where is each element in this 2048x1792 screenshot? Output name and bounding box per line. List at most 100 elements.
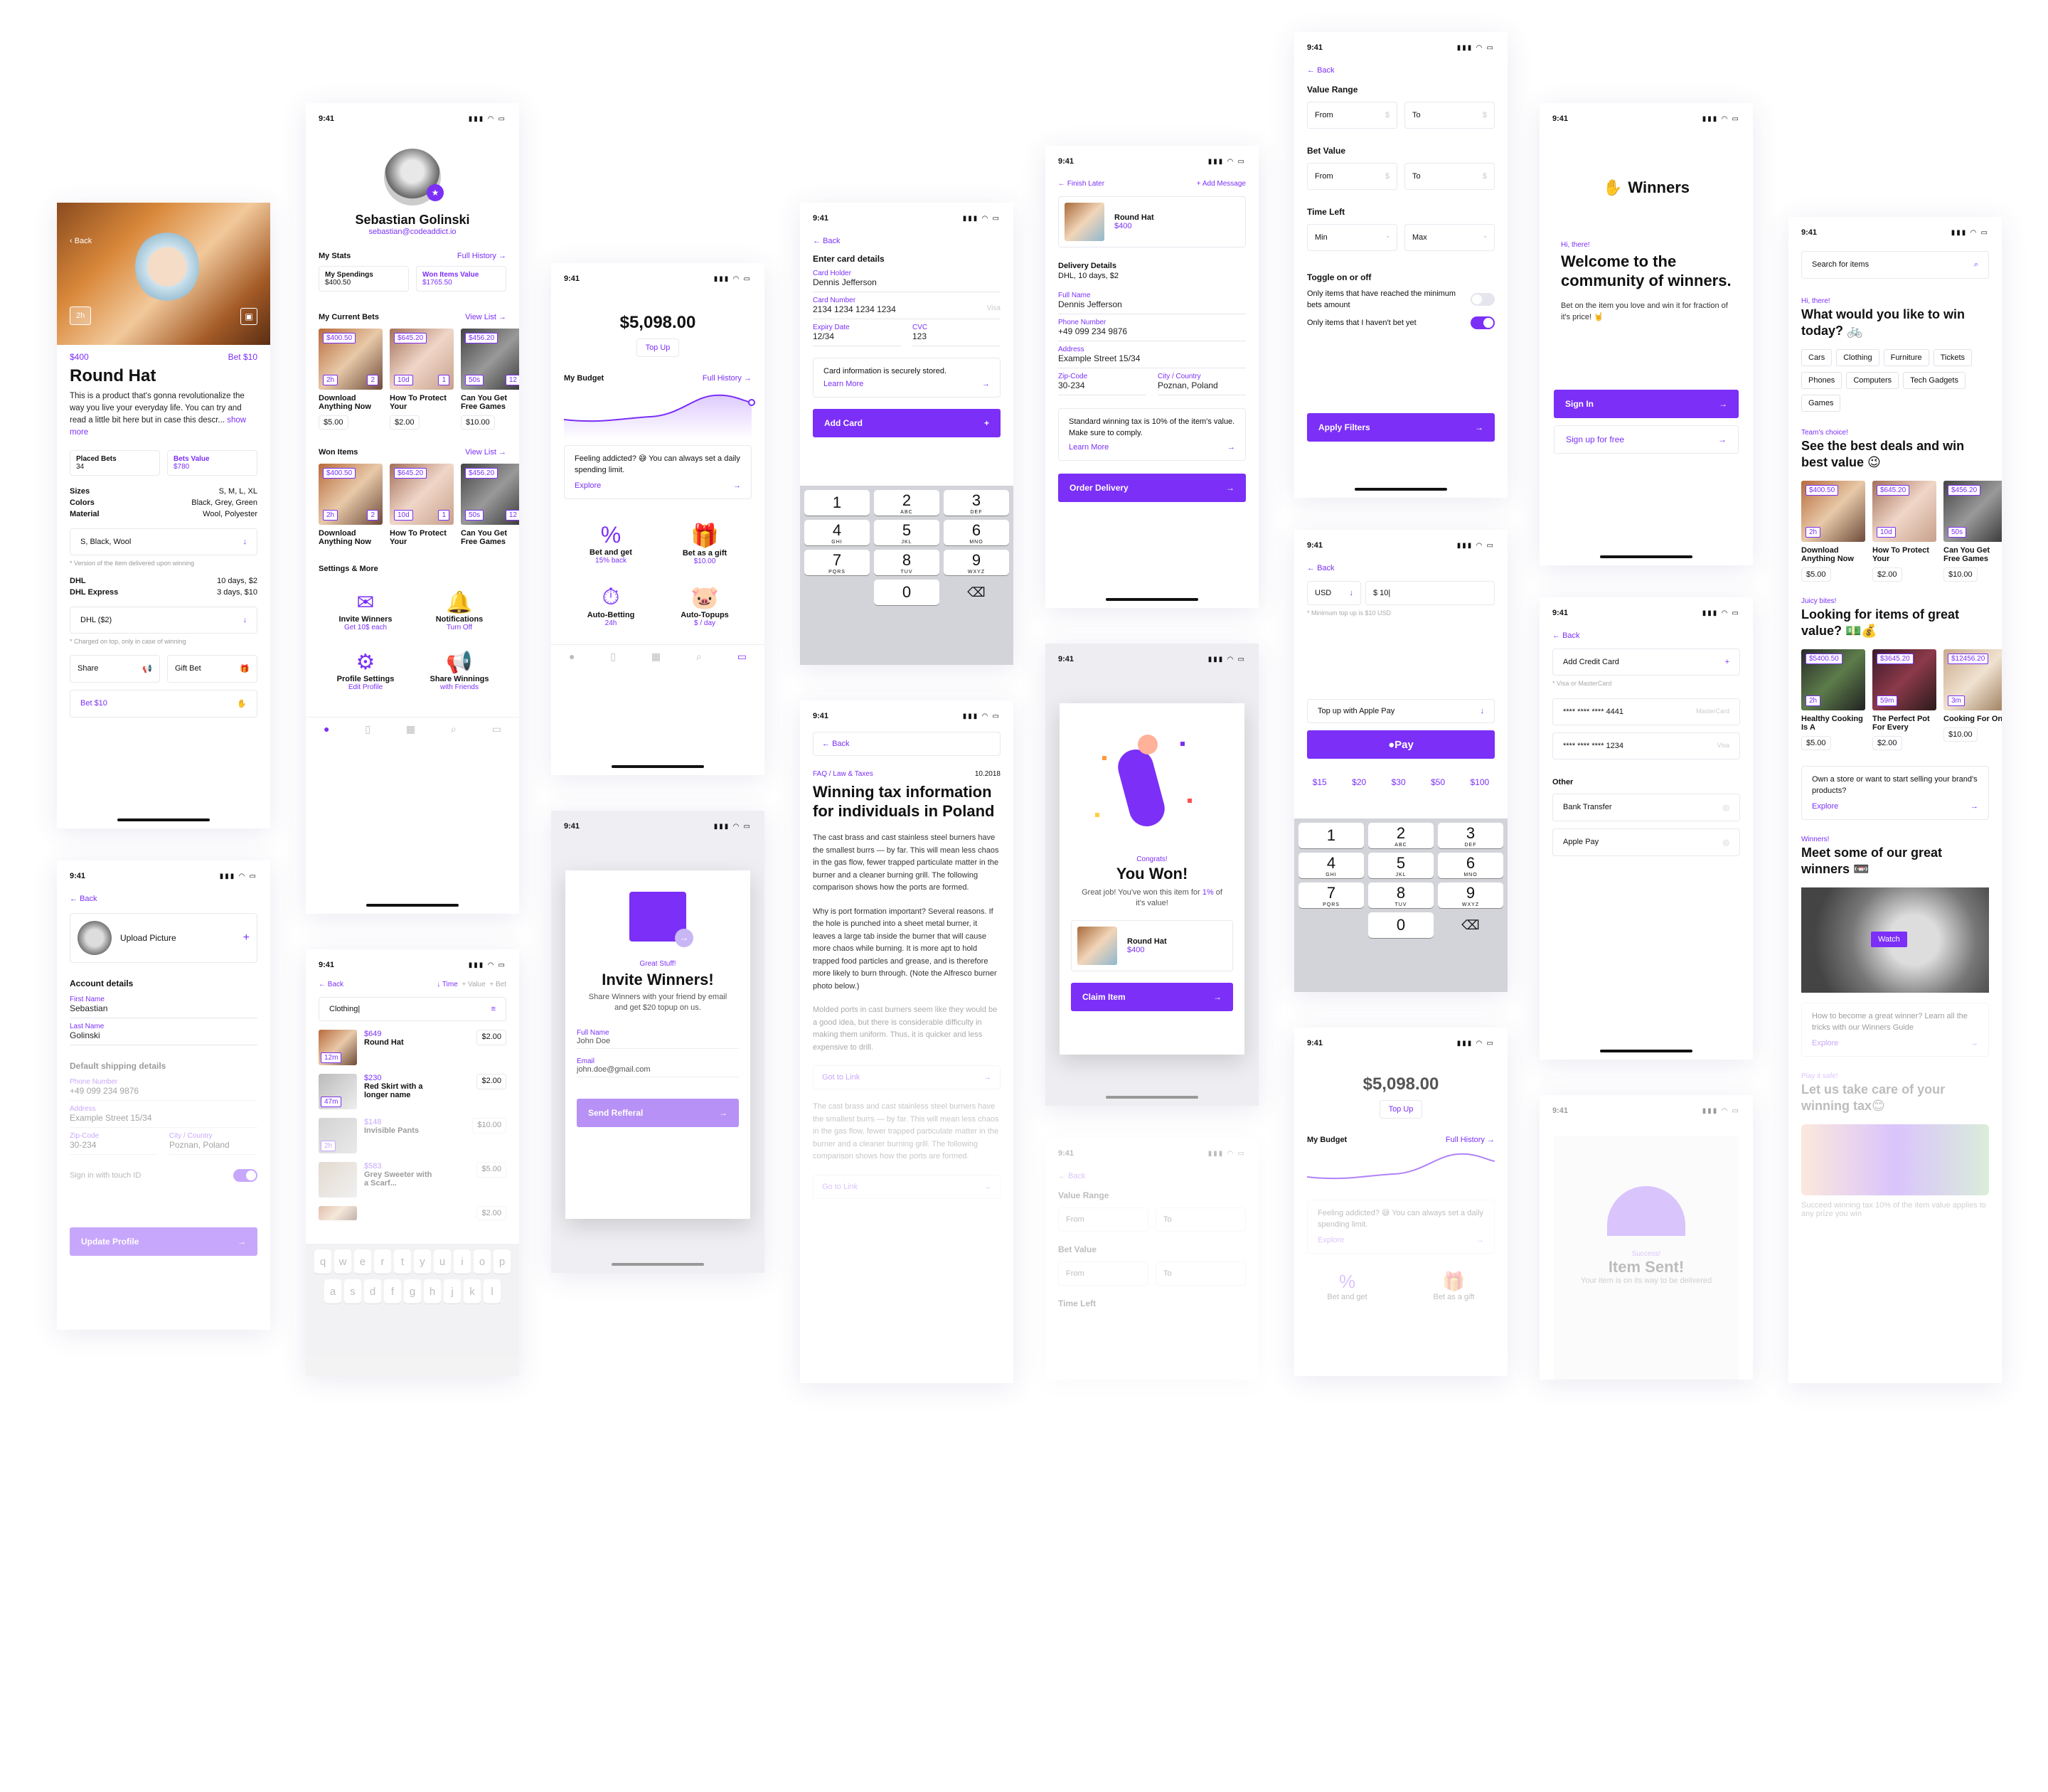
- invite-winners-tile[interactable]: ✉ Invite Winners Get 10$ each: [319, 590, 412, 631]
- first-name-field[interactable]: First Name Sebastian: [70, 991, 257, 1018]
- key-9[interactable]: 9 WXYZ: [1438, 882, 1503, 908]
- key-9[interactable]: 9 WXYZ: [944, 550, 1009, 575]
- variant-select[interactable]: S, Black, Wool ↓: [70, 528, 257, 555]
- chip-tickets[interactable]: Tickets: [1933, 349, 1973, 366]
- list-item[interactable]: $2.00: [319, 1206, 506, 1220]
- address-field[interactable]: Address Example Street 15/34: [1058, 341, 1246, 368]
- key-s[interactable]: s: [344, 1279, 361, 1303]
- key-o[interactable]: o: [474, 1249, 491, 1274]
- from-input[interactable]: From $: [1307, 102, 1397, 129]
- key-7[interactable]: 7 PQRS: [1298, 882, 1364, 908]
- from-input[interactable]: From: [1058, 1207, 1148, 1232]
- key-w[interactable]: w: [334, 1249, 351, 1274]
- key-2[interactable]: 2 ABC: [874, 490, 939, 516]
- add-message-link[interactable]: + Add Message: [1197, 180, 1246, 188]
- won-card[interactable]: $456.20 50s 12 Can You Get Free Games: [461, 464, 519, 546]
- chip-tech-gadgets[interactable]: Tech Gadgets: [1903, 372, 1966, 389]
- key-4[interactable]: 4 GHI: [804, 520, 870, 545]
- amount-input[interactable]: $ 10|: [1365, 581, 1495, 605]
- tab-profile-icon[interactable]: ●: [324, 723, 329, 735]
- quick-amount-button[interactable]: $100: [1471, 777, 1490, 787]
- cashback-tile[interactable]: % Bet and get 15% back: [564, 522, 658, 565]
- address-field[interactable]: Address Example Street 15/34: [70, 1101, 257, 1128]
- back-link[interactable]: ← Back: [57, 892, 270, 906]
- chip-furniture[interactable]: Furniture: [1883, 349, 1929, 366]
- send-referral-button[interactable]: Send Refferal →: [577, 1099, 739, 1127]
- search-input[interactable]: Search for items ⌕: [1801, 251, 1989, 279]
- value-card[interactable]: $5400.50 2h Healthy Cooking Is A $5.00: [1801, 649, 1865, 750]
- backspace-icon[interactable]: ⌫: [1438, 912, 1503, 938]
- key-2[interactable]: 2 ABC: [1368, 823, 1434, 848]
- max-input[interactable]: Max ◔: [1404, 224, 1495, 251]
- saved-card[interactable]: **** **** **** 4441 MasterCard: [1552, 698, 1740, 725]
- key-6[interactable]: 6 MNO: [944, 520, 1009, 545]
- tab-bookmark-icon[interactable]: ▯: [365, 723, 370, 735]
- invite-email-field[interactable]: Email john.doe@gmail.com: [577, 1055, 739, 1077]
- won-card[interactable]: $645.20 10d 1 How To Protect Your: [390, 464, 454, 546]
- key-h[interactable]: h: [424, 1279, 441, 1303]
- key-q[interactable]: q: [314, 1249, 331, 1274]
- quick-amount-button[interactable]: $50: [1431, 777, 1445, 787]
- key-4[interactable]: 4 GHI: [1298, 853, 1364, 878]
- won-card[interactable]: $400.50 2h 2 Download Anything Now: [319, 464, 383, 546]
- article-link[interactable]: Go to Link →: [813, 1174, 1001, 1199]
- key-1[interactable]: 1: [1298, 823, 1364, 848]
- bet-card[interactable]: $400.50 2h 2 Download Anything Now $5.00: [319, 329, 383, 430]
- sort-value[interactable]: + Value: [462, 981, 485, 988]
- sign-in-button[interactable]: Sign In →: [1554, 390, 1739, 418]
- key-p[interactable]: p: [494, 1249, 511, 1274]
- key-r[interactable]: r: [374, 1249, 391, 1274]
- min-input[interactable]: Min ◔: [1307, 224, 1397, 251]
- key-5[interactable]: 5 JKL: [1368, 853, 1434, 878]
- deal-card[interactable]: $645.20 10d How To Protect Your $2.00: [1872, 481, 1936, 582]
- full-name-field[interactable]: Full Name Dennis Jefferson: [1058, 287, 1246, 314]
- full-history-link[interactable]: Full History →: [1446, 1136, 1495, 1144]
- apple-pay-button[interactable]: ● Pay: [1307, 730, 1495, 759]
- key-3[interactable]: 3 DEF: [944, 490, 1009, 516]
- from-input[interactable]: From: [1058, 1262, 1148, 1286]
- to-input[interactable]: To: [1156, 1262, 1246, 1286]
- order-delivery-button[interactable]: Order Delivery →: [1058, 474, 1246, 502]
- finish-later-link[interactable]: ← Finish Later: [1058, 180, 1104, 188]
- upload-picture-button[interactable]: Upload Picture +: [70, 913, 257, 963]
- phone-field[interactable]: Phone Number +49 099 234 9876: [1058, 314, 1246, 341]
- key-1[interactable]: 1: [804, 490, 870, 516]
- back-link[interactable]: ‹ Back: [70, 237, 92, 245]
- full-history-link[interactable]: Full History →: [457, 252, 506, 260]
- expiry-field[interactable]: Expiry Date 12/34: [813, 319, 901, 346]
- notifications-tile[interactable]: 🔔 Notifications Turn Off: [412, 590, 506, 631]
- touch-id-toggle[interactable]: [233, 1169, 257, 1182]
- last-name-field[interactable]: Last Name Golinski: [70, 1018, 257, 1045]
- add-credit-card-button[interactable]: Add Credit Card +: [1552, 649, 1740, 676]
- key-k[interactable]: k: [464, 1279, 481, 1303]
- phone-field[interactable]: Phone Number +49 099 234 9876: [70, 1074, 257, 1101]
- from-input[interactable]: From $: [1307, 163, 1397, 190]
- spending-limit-card[interactable]: Feeling addicted? 😅 You can always set a…: [564, 445, 752, 499]
- list-item[interactable]: 47m $230 Red Skirt with a longer name $2.00: [319, 1074, 506, 1109]
- to-input[interactable]: To: [1156, 1207, 1246, 1232]
- gift-tile[interactable]: 🎁 Bet as a gift: [1434, 1271, 1475, 1301]
- key-e[interactable]: e: [354, 1249, 371, 1274]
- zip-field[interactable]: Zip-Code 30-234: [1058, 368, 1146, 395]
- cashback-tile[interactable]: % Bet and get: [1327, 1271, 1367, 1301]
- key-6[interactable]: 6 MNO: [1438, 853, 1503, 878]
- to-input[interactable]: To $: [1404, 102, 1495, 129]
- gift-tile[interactable]: 🎁 Bet as a gift $10.00: [658, 522, 752, 565]
- key-3[interactable]: 3 DEF: [1438, 823, 1503, 848]
- back-link[interactable]: ← Back: [800, 234, 1013, 248]
- tab-bookmark-icon[interactable]: ▯: [610, 651, 616, 663]
- view-list-link[interactable]: View List →: [465, 313, 506, 321]
- not-bet-toggle[interactable]: [1471, 316, 1495, 329]
- back-link[interactable]: ← Back: [319, 981, 343, 988]
- key-d[interactable]: d: [364, 1279, 381, 1303]
- tab-wallet-icon[interactable]: ▭: [492, 723, 501, 735]
- watch-button[interactable]: Watch: [1871, 932, 1907, 947]
- list-item[interactable]: $583 Grey Sweeter with a Scarf... $5.00: [319, 1162, 506, 1198]
- key-f[interactable]: f: [384, 1279, 401, 1303]
- back-link[interactable]: ← Back: [1294, 63, 1508, 78]
- spending-limit-card[interactable]: Feeling addicted? 😅 You can always set a…: [1307, 1200, 1495, 1254]
- chip-cars[interactable]: Cars: [1801, 349, 1833, 366]
- auto-betting-tile[interactable]: ⏱ Auto-Betting 24h: [564, 584, 658, 627]
- to-input[interactable]: To $: [1404, 163, 1495, 190]
- key-u[interactable]: u: [434, 1249, 451, 1274]
